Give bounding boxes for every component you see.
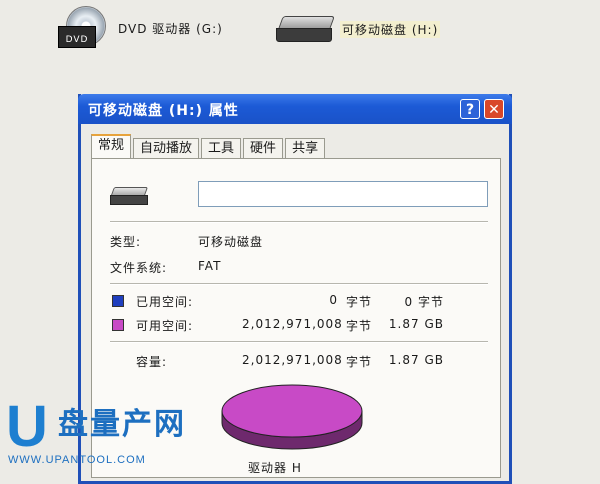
- used-space-label: 已用空间:: [136, 295, 194, 309]
- used-space-swatch: [112, 295, 124, 307]
- drive-icon: [109, 187, 149, 207]
- site-watermark: U 盘量产网 WWW.UPANTOOL.COM: [0, 396, 190, 473]
- pie-slice-1: [221, 384, 363, 438]
- watermark-logo-letter: U: [6, 394, 48, 459]
- capacity-bytes: 2,012,971,008: [242, 353, 343, 367]
- capacity-size: 1.87 GB: [388, 353, 444, 367]
- removable-drive-item[interactable]: 可移动磁盘 (H:): [276, 14, 441, 44]
- watermark-url: WWW.UPANTOOL.COM: [8, 454, 146, 466]
- help-button[interactable]: ?: [460, 99, 480, 119]
- capacity-unit: 字节: [346, 355, 373, 369]
- tab-sharing[interactable]: 共享: [285, 138, 326, 158]
- removable-drive-label: 可移动磁盘 (H:): [340, 20, 441, 38]
- free-space-unit: 字节: [346, 319, 373, 333]
- divider: [110, 283, 488, 285]
- capacity-pie-chart: [221, 384, 363, 450]
- used-space-unit: 字节: [346, 295, 373, 309]
- tab-general[interactable]: 常规: [91, 134, 132, 158]
- filesystem-label: 文件系统:: [110, 261, 168, 275]
- tab-autoplay[interactable]: 自动播放: [133, 138, 200, 158]
- removable-drive-icon: [276, 14, 335, 44]
- capacity-label: 容量:: [136, 355, 168, 369]
- filesystem-value: FAT: [198, 259, 222, 273]
- tab-strip: 常规 自动播放 工具 硬件 共享: [91, 134, 327, 158]
- free-space-swatch: [112, 319, 124, 331]
- dvd-drive-icon: DVD: [58, 6, 112, 50]
- dialog-title: 可移动磁盘 (H:) 属性: [88, 103, 239, 119]
- free-space-label: 可用空间:: [136, 319, 194, 333]
- close-button[interactable]: ✕: [484, 99, 504, 119]
- dvd-drive-label: DVD 驱动器 (G:): [118, 21, 223, 36]
- free-space-bytes: 2,012,971,008: [242, 317, 343, 331]
- used-space-bytes: 0: [329, 293, 338, 307]
- type-value: 可移动磁盘: [198, 235, 264, 249]
- tab-tools[interactable]: 工具: [201, 138, 242, 158]
- drive-caption: 驱动器 H: [248, 461, 302, 475]
- dialog-titlebar[interactable]: 可移动磁盘 (H:) 属性 ? ✕: [78, 94, 512, 124]
- divider: [110, 341, 488, 343]
- divider: [110, 221, 488, 223]
- volume-name-input[interactable]: [198, 181, 488, 207]
- used-space-size: 0 字节: [404, 295, 444, 309]
- tab-hardware[interactable]: 硬件: [243, 138, 284, 158]
- free-space-size: 1.87 GB: [388, 317, 444, 331]
- type-label: 类型:: [110, 235, 142, 249]
- dvd-drive-item[interactable]: DVD DVD 驱动器 (G:): [58, 6, 223, 50]
- watermark-brand: 盘量产网: [58, 407, 186, 442]
